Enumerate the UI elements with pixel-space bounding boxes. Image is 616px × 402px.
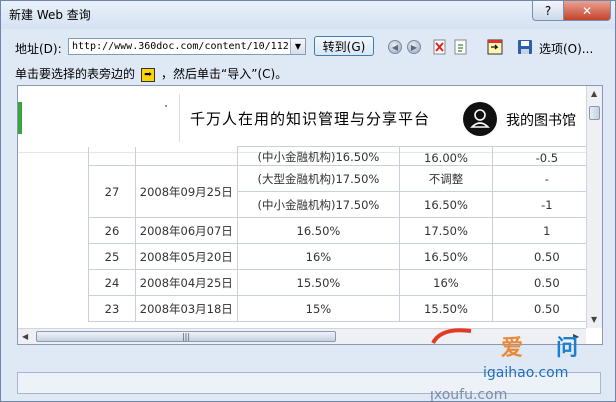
table-row: 24 2008年04月25日 15.50% 16% 0.50 bbox=[88, 269, 602, 296]
date-cell: 2008年06月07日 bbox=[134, 217, 238, 244]
vertical-scroll-thumb[interactable] bbox=[589, 106, 600, 120]
rate-cell: (中小金融机构)16.50% bbox=[236, 146, 401, 166]
rate-cell: 16.50% bbox=[236, 217, 401, 244]
watermark-url-2: qxoufu.com bbox=[431, 387, 507, 402]
refresh-icon[interactable] bbox=[454, 39, 468, 55]
help-button[interactable]: ? bbox=[532, 1, 564, 21]
address-input[interactable]: http://www.360doc.com/content/10/1121 ▼ bbox=[68, 38, 306, 55]
date-cell: 2008年03月18日 bbox=[134, 295, 238, 322]
go-button[interactable]: 转到(G) bbox=[314, 36, 374, 56]
options-button[interactable]: 选项(O)... bbox=[539, 40, 593, 57]
rate-cell: 15% bbox=[236, 295, 401, 322]
dot-mark bbox=[165, 105, 167, 107]
new-rate-cell: 16.50% bbox=[399, 191, 493, 218]
web-query-dialog: 新建 Web 查询 ? ✕ 地址(D): http://www.360doc.c… bbox=[0, 0, 616, 402]
header-divider bbox=[179, 94, 180, 142]
seq-cell: 27 bbox=[88, 165, 136, 218]
table-row: (中小金融机构)16.50% 16.00% -0.5 bbox=[88, 146, 602, 166]
rate-cell: 16% bbox=[236, 243, 401, 270]
save-query-icon[interactable] bbox=[516, 38, 534, 56]
scroll-left-arrow-icon[interactable]: ◀ bbox=[22, 332, 28, 341]
site-header: 千万人在用的知识管理与分享平台 我的图书馆 bbox=[18, 86, 586, 153]
address-toolbar: 地址(D): http://www.360doc.com/content/10/… bbox=[1, 34, 615, 60]
address-dropdown-button[interactable]: ▼ bbox=[290, 39, 305, 54]
show-icons-icon[interactable] bbox=[486, 38, 504, 56]
seq-cell bbox=[88, 146, 136, 166]
my-library-link[interactable]: 我的图书馆 bbox=[506, 110, 576, 130]
instruction-after: ，然后单击“导入”(C)。 bbox=[161, 67, 288, 81]
user-avatar-icon[interactable] bbox=[463, 102, 497, 136]
rate-cell: 15.50% bbox=[236, 269, 401, 296]
seq-cell: 26 bbox=[88, 217, 136, 244]
watermark-url: igaihao.com bbox=[483, 365, 568, 381]
back-icon[interactable]: ◀ bbox=[388, 40, 402, 54]
address-url: http://www.360doc.com/content/10/1121 bbox=[72, 41, 288, 52]
address-label: 地址(D): bbox=[15, 42, 62, 56]
date-cell: 2008年05月20日 bbox=[134, 243, 238, 270]
site-slogan: 千万人在用的知识管理与分享平台 bbox=[190, 110, 431, 128]
date-cell bbox=[134, 146, 238, 166]
watermark-text-2: 问 bbox=[556, 336, 578, 361]
table-row: 27 2008年09月25日 (大型金融机构)17.50% 不调整 - bbox=[88, 165, 602, 218]
new-rate-cell: 不调整 bbox=[399, 165, 493, 192]
seq-cell: 25 bbox=[88, 243, 136, 270]
table-row: 23 2008年03月18日 15% 15.50% 0.50 bbox=[88, 295, 602, 322]
rate-cell: (中小金融机构)17.50% bbox=[236, 191, 401, 218]
instruction-before: 单击要选择的表旁边的 bbox=[15, 67, 136, 81]
date-cell: 2008年09月25日 bbox=[134, 165, 238, 218]
new-rate-cell: 16.50% bbox=[399, 243, 493, 270]
green-accent-bar bbox=[18, 102, 22, 134]
seq-cell: 24 bbox=[88, 269, 136, 296]
watermark-text-1: 爱 bbox=[501, 336, 523, 361]
new-rate-cell: 16% bbox=[399, 269, 493, 296]
table-row: 25 2008年05月20日 16% 16.50% 0.50 bbox=[88, 243, 602, 270]
table-row: 26 2008年06月07日 16.50% 17.50% 1 bbox=[88, 217, 602, 244]
date-cell: 2008年04月25日 bbox=[134, 269, 238, 296]
seq-cell: 23 bbox=[88, 295, 136, 322]
stop-icon[interactable] bbox=[433, 39, 447, 55]
scroll-up-arrow-icon[interactable]: ▲ bbox=[591, 89, 597, 98]
close-button[interactable]: ✕ bbox=[563, 1, 611, 21]
forward-icon[interactable]: ▶ bbox=[407, 40, 421, 54]
horizontal-scroll-thumb[interactable]: ||| bbox=[36, 331, 336, 342]
rate-table: (中小金融机构)16.50% 16.00% -0.5 27 2008年09月25… bbox=[88, 146, 602, 322]
watermark: 爱 问 igaihao.com qxoufu.com bbox=[425, 321, 615, 402]
table-select-arrow-icon: ➡ bbox=[141, 67, 156, 82]
new-rate-cell: 15.50% bbox=[399, 295, 493, 322]
rate-cell: (大型金融机构)17.50% bbox=[236, 165, 401, 192]
web-page-view: 千万人在用的知识管理与分享平台 我的图书馆 (中小金融机构)16.50% 16.… bbox=[17, 85, 603, 345]
new-rate-cell: 17.50% bbox=[399, 217, 493, 244]
new-rate-cell: 16.00% bbox=[399, 146, 493, 166]
instruction-text: 单击要选择的表旁边的 ➡ ，然后单击“导入”(C)。 bbox=[15, 65, 287, 82]
title-bar: 新建 Web 查询 ? ✕ bbox=[1, 1, 615, 29]
window-title: 新建 Web 查询 bbox=[9, 8, 91, 22]
vertical-scrollbar[interactable]: ▲ ▼ bbox=[586, 86, 602, 328]
